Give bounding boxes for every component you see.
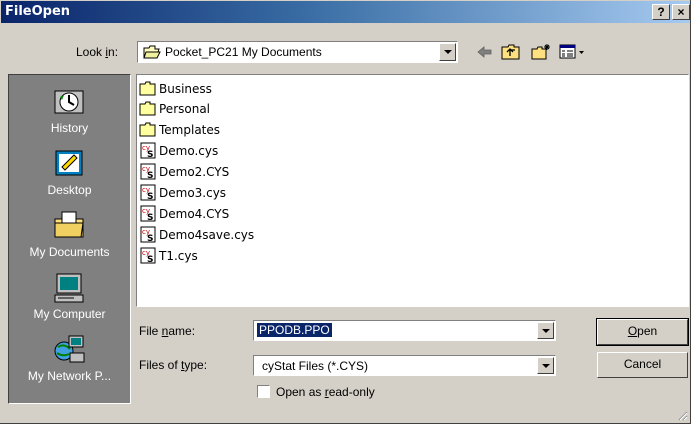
place-label: My Documents — [29, 245, 110, 259]
my-documents-icon — [54, 211, 84, 238]
readonly-label[interactable]: Open as read-only — [276, 385, 375, 399]
filetype-label: Files of type: — [139, 358, 207, 372]
place-my-computer[interactable]: My Computer — [9, 269, 130, 331]
cystat-file-icon: cyS — [140, 205, 156, 222]
place-label: My Computer — [33, 307, 106, 321]
open-button[interactable]: Open — [596, 318, 689, 346]
folder-icon — [139, 101, 156, 116]
cystat-file-icon: cyS — [140, 247, 156, 264]
help-button[interactable]: ? — [652, 4, 670, 20]
title-bar[interactable]: FileOpen ? × — [1, 1, 690, 23]
places-bar: History Desktop My Documents My Computer… — [8, 74, 131, 404]
lookin-value: Pocket_PC21 My Documents — [165, 45, 322, 59]
filename-label-text: File — [139, 324, 162, 338]
open-button-accel: O — [627, 324, 638, 338]
filename-dropdown-arrow[interactable] — [537, 322, 554, 339]
readonly-label-text: Open as — [276, 385, 325, 399]
place-network[interactable]: My Network P... — [9, 331, 130, 393]
network-icon — [54, 335, 85, 363]
filetype-label-tail: ype: — [184, 358, 208, 372]
readonly-label-tail: ead-only — [328, 385, 375, 399]
cystat-file-icon: cyS — [140, 226, 156, 243]
new-folder-icon[interactable] — [530, 43, 552, 61]
open-button-label: pen — [637, 324, 658, 338]
lookin-label: Look in: — [76, 45, 118, 59]
filetype-label-text: Files of — [139, 358, 182, 372]
svg-text:S: S — [147, 255, 153, 264]
svg-text:S: S — [147, 192, 153, 201]
up-folder-icon[interactable] — [500, 43, 522, 61]
cystat-file-icon: cyS — [140, 184, 156, 201]
lookin-dropdown[interactable]: Pocket_PC21 My Documents — [137, 41, 458, 63]
filename-value: PPODB.PPO — [256, 322, 333, 338]
file-open-dialog: FileOpen ? × Look in: Pocket_PC21 My Doc… — [0, 0, 691, 424]
view-menu-icon[interactable] — [558, 43, 588, 61]
readonly-checkbox[interactable] — [257, 385, 270, 398]
place-label: Desktop — [47, 183, 92, 197]
file-name: Demo.cys — [159, 144, 219, 158]
lookin-label-tail: n: — [108, 45, 119, 59]
file-name: Templates — [159, 123, 221, 137]
close-button[interactable]: × — [672, 4, 690, 20]
file-name: Personal — [159, 102, 211, 116]
history-icon — [54, 90, 84, 114]
file-list[interactable]: Business Personal Templates cy S Demo.cys… — [136, 74, 689, 307]
lookin-label-text: Look — [76, 45, 106, 59]
filename-label-tail: ame: — [168, 324, 196, 338]
desktop-icon — [55, 150, 83, 176]
filetype-dropdown-arrow[interactable] — [537, 357, 554, 374]
back-arrow-icon[interactable] — [474, 43, 496, 61]
file-name: Demo4save.cys — [159, 228, 255, 242]
file-name: Business — [159, 82, 212, 96]
cancel-button[interactable]: Cancel — [597, 352, 688, 378]
filename-input[interactable]: PPODB.PPO — [253, 320, 556, 341]
lookin-dropdown-arrow[interactable] — [439, 43, 456, 61]
svg-text:S: S — [147, 213, 153, 222]
svg-text:S: S — [147, 171, 153, 180]
place-label: History — [50, 121, 89, 135]
filename-label: File name: — [139, 324, 195, 338]
file-name: T1.cys — [159, 249, 198, 263]
folder-icon — [139, 122, 156, 137]
cystat-file-icon: cyS — [140, 142, 156, 159]
file-name: Demo3.cys — [159, 186, 227, 200]
file-name: Demo2.CYS — [159, 165, 230, 179]
place-history[interactable]: History — [9, 83, 130, 145]
place-desktop[interactable]: Desktop — [9, 145, 130, 207]
filetype-value: cyStat Files (*.CYS) — [262, 359, 369, 373]
svg-text:S: S — [147, 150, 153, 159]
cystat-file-icon: cyS — [140, 163, 156, 180]
place-label: My Network P... — [27, 369, 112, 383]
open-folder-icon — [143, 45, 161, 59]
file-name: Demo4.CYS — [159, 207, 230, 221]
filetype-dropdown[interactable]: cyStat Files (*.CYS) — [253, 355, 556, 376]
resize-grip-icon[interactable] — [676, 409, 688, 421]
folder-icon — [139, 81, 156, 96]
svg-text:S: S — [147, 234, 153, 243]
my-computer-icon — [54, 273, 84, 303]
window-title: FileOpen — [5, 4, 71, 19]
place-my-documents[interactable]: My Documents — [9, 207, 130, 269]
